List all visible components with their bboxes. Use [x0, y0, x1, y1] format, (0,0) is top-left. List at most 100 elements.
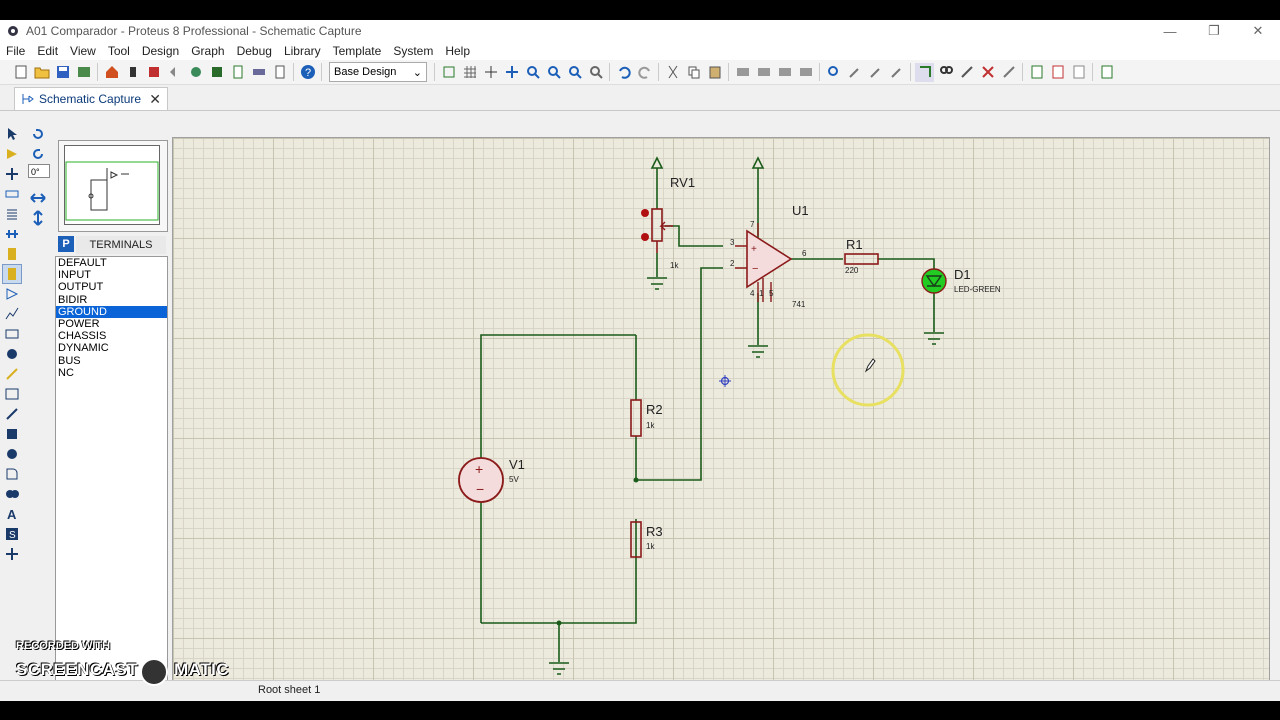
text-script-icon[interactable] [2, 204, 22, 224]
marker-tool-icon[interactable] [2, 544, 22, 564]
delete-sheet-icon[interactable] [978, 63, 997, 82]
menu-graph[interactable]: Graph [185, 44, 230, 58]
circle-tool-icon[interactable] [2, 444, 22, 464]
pick-device-icon[interactable] [824, 63, 843, 82]
zoom-all-icon[interactable] [565, 63, 584, 82]
search-icon[interactable] [936, 63, 955, 82]
voltage-probe-icon[interactable] [2, 364, 22, 384]
line-tool-icon[interactable] [2, 404, 22, 424]
design-select[interactable]: Base Design ⌄ [329, 62, 427, 82]
netlist-icon[interactable] [1097, 63, 1116, 82]
redo-icon[interactable] [635, 63, 654, 82]
rotate-anticlockwise-icon[interactable] [28, 144, 48, 164]
tape-recorder-icon[interactable] [2, 324, 22, 344]
voltage-source-v1[interactable]: + − V1 5V [458, 457, 525, 503]
maximize-button[interactable]: ❐ [1192, 23, 1236, 39]
potentiometer-rv1[interactable]: RV1 1k [641, 175, 695, 270]
symbol-tool-icon[interactable]: S [2, 524, 22, 544]
tab-schematic-capture[interactable]: Schematic Capture ✕ [14, 87, 168, 110]
subcircuit-icon[interactable] [2, 244, 22, 264]
bom-icon[interactable] [228, 63, 247, 82]
block-move-icon[interactable] [754, 63, 773, 82]
pick-devices-button[interactable]: P [58, 236, 74, 252]
text-tool-icon[interactable]: A [2, 504, 22, 524]
zoom-area-icon[interactable] [586, 63, 605, 82]
opamp-u1[interactable]: + − 3 2 6 7 4 5 1 U1 741 [730, 203, 809, 309]
menu-debug[interactable]: Debug [231, 44, 278, 58]
report-icon[interactable] [270, 63, 289, 82]
origin-icon[interactable] [481, 63, 500, 82]
design-explorer-icon[interactable] [999, 63, 1018, 82]
refresh-icon[interactable] [439, 63, 458, 82]
zoom-in-icon[interactable] [523, 63, 542, 82]
decompose-icon[interactable] [887, 63, 906, 82]
undo-icon[interactable] [614, 63, 633, 82]
schematic-canvas[interactable]: RV1 1k + − 3 2 6 7 4 5 1 U1 741 R1 220 D… [172, 137, 1270, 697]
list-item[interactable]: CHASSIS [56, 330, 167, 342]
make-device-icon[interactable] [845, 63, 864, 82]
resistor-r2[interactable]: R2 1k [630, 399, 663, 437]
gallery-icon[interactable] [186, 63, 205, 82]
grid-icon[interactable] [460, 63, 479, 82]
rotation-angle-input[interactable]: 0° [28, 164, 50, 178]
component-mode-icon[interactable] [2, 144, 22, 164]
menu-design[interactable]: Design [136, 44, 185, 58]
device-pins-icon[interactable] [2, 284, 22, 304]
list-item[interactable]: DEFAULT [56, 257, 167, 269]
menu-tool[interactable]: Tool [102, 44, 136, 58]
buses-icon[interactable] [2, 224, 22, 244]
cut-icon[interactable] [663, 63, 682, 82]
close-window-button[interactable]: ✕ [1236, 23, 1280, 39]
paste-icon[interactable] [705, 63, 724, 82]
list-item[interactable]: OUTPUT [56, 281, 167, 293]
block-rotate-icon[interactable] [775, 63, 794, 82]
menu-help[interactable]: Help [439, 44, 476, 58]
list-item[interactable]: POWER [56, 318, 167, 330]
save-icon[interactable] [53, 63, 72, 82]
block-delete-icon[interactable] [796, 63, 815, 82]
block-copy-icon[interactable] [733, 63, 752, 82]
packaging-icon[interactable] [866, 63, 885, 82]
menu-library[interactable]: Library [278, 44, 327, 58]
overview-window[interactable] [58, 140, 168, 232]
gerber-icon[interactable] [249, 63, 268, 82]
minimize-button[interactable]: — [1148, 24, 1192, 39]
terminals-mode-icon[interactable] [2, 264, 22, 284]
menu-file[interactable]: File [0, 44, 31, 58]
virtual-instruments-icon[interactable] [2, 384, 22, 404]
led-d1[interactable]: D1 LED-GREEN [921, 267, 1001, 294]
menu-system[interactable]: System [387, 44, 439, 58]
help-icon[interactable]: ? [298, 63, 317, 82]
list-item-selected[interactable]: GROUND [56, 305, 167, 318]
menu-edit[interactable]: Edit [31, 44, 64, 58]
exit-sheet-icon[interactable] [1069, 63, 1088, 82]
sheet-indicator[interactable]: Root sheet 1 [258, 684, 320, 696]
list-item[interactable]: BUS [56, 355, 167, 367]
tab-close-icon[interactable]: ✕ [149, 91, 161, 108]
menu-template[interactable]: Template [327, 44, 388, 58]
open-folder-icon[interactable] [32, 63, 51, 82]
arc-tool-icon[interactable] [2, 464, 22, 484]
home-icon[interactable] [102, 63, 121, 82]
list-item[interactable]: INPUT [56, 269, 167, 281]
box-tool-icon[interactable] [2, 424, 22, 444]
zoom-out-icon[interactable] [544, 63, 563, 82]
new-sheet-icon[interactable] [1027, 63, 1046, 82]
pan-icon[interactable] [502, 63, 521, 82]
wire-label-icon[interactable] [2, 184, 22, 204]
chip-icon[interactable] [144, 63, 163, 82]
junction-dot-icon[interactable] [2, 164, 22, 184]
board-icon[interactable] [207, 63, 226, 82]
remove-sheet-icon[interactable] [1048, 63, 1067, 82]
resistor-r1[interactable]: R1 220 [844, 237, 879, 275]
wire-autorouter-icon[interactable] [915, 62, 934, 82]
selection-mode-icon[interactable] [2, 124, 22, 144]
list-item[interactable]: BIDIR [56, 294, 167, 306]
new-file-icon[interactable] [11, 63, 30, 82]
back-icon[interactable] [165, 63, 184, 82]
import-icon[interactable] [74, 63, 93, 82]
list-item[interactable]: NC [56, 367, 167, 379]
component-mode-icon[interactable] [123, 63, 142, 82]
path-tool-icon[interactable] [2, 484, 22, 504]
rotate-clockwise-icon[interactable] [28, 124, 48, 144]
